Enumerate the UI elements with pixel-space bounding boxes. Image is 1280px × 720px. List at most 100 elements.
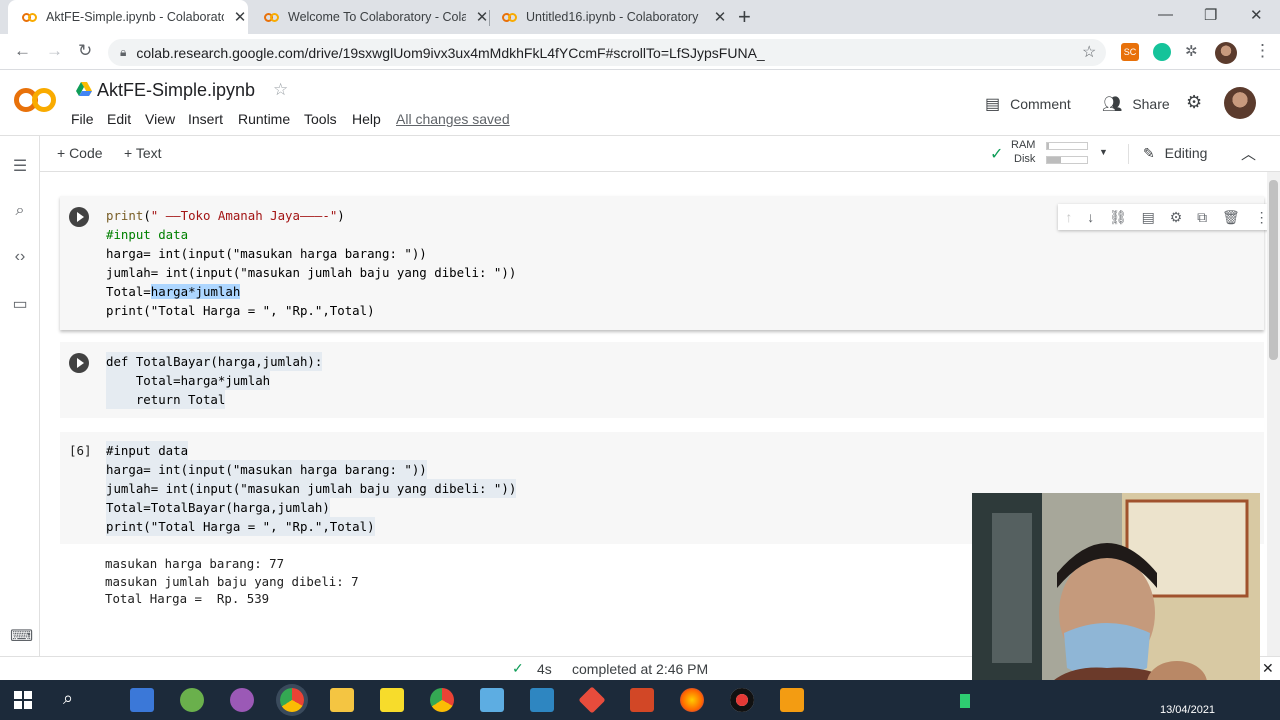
code-line: print("Total Harga = ", "Rp.",Total) [106,517,375,536]
reload-icon[interactable]: ↻ [78,41,92,61]
content-scrollbar[interactable] [1267,172,1280,656]
browser-tab-active[interactable]: AktFE-Simple.ipynb - Colaborato ✕ [8,0,248,34]
extensions-puzzle-icon[interactable]: ✲ [1185,42,1198,60]
share-label: Share [1132,96,1170,112]
add-comment-icon[interactable]: ▤ [1142,209,1155,226]
disk-meter [1046,156,1088,164]
grammarly-extension-icon[interactable] [1153,43,1171,61]
code-string: " ——Toko Amanah Jaya———-" [150,208,338,223]
menu-edit[interactable]: Edit [107,111,131,127]
menu-runtime[interactable]: Runtime [238,111,290,127]
calculator-app-icon[interactable] [130,688,154,712]
chrome-app-icon[interactable] [280,688,304,712]
code-line: harga= int(input("masukan harga barang: … [106,460,427,479]
collapse-header-icon[interactable]: ︿ [1241,143,1256,164]
minimize-icon[interactable]: — [1158,6,1173,23]
ram-label: RAM [1011,139,1036,151]
tray-icon[interactable] [960,694,970,708]
toolbar-divider [1128,144,1129,164]
link-to-cell-icon[interactable]: ⛓ [1109,209,1127,226]
menu-help[interactable]: Help [352,111,381,127]
taskbar-search-icon[interactable]: ⌕ [63,688,73,709]
webcam-overlay [972,493,1260,709]
close-tab-icon[interactable]: ✕ [712,8,728,26]
files-folder-icon[interactable]: ▭ [10,294,30,314]
colab-logo[interactable] [14,84,58,114]
chrome-app-icon[interactable] [430,688,454,712]
restore-icon[interactable]: ❐ [1204,6,1217,24]
app-icon[interactable] [230,688,254,712]
app-icon[interactable] [578,686,606,714]
output-line: masukan harga barang: 77 [105,556,285,571]
close-window-icon[interactable]: ✕ [1250,6,1263,24]
search-icon[interactable]: ⌕ [10,202,30,220]
close-tab-icon[interactable]: ✕ [232,8,248,26]
app-icon[interactable] [530,688,554,712]
ram-meter-fill [1047,143,1049,149]
run-cell-button[interactable] [69,207,89,227]
code-line: Total=harga*jumlah [106,282,516,301]
code-text: Total= [106,284,151,299]
notebook-title[interactable]: AktFE-Simple.ipynb [97,80,255,101]
menu-file[interactable]: File [71,111,94,127]
delete-cell-icon[interactable]: 🗑︎ [1222,209,1240,226]
more-options-icon[interactable]: ⋮ [1255,209,1267,226]
save-status[interactable]: All changes saved [396,111,510,127]
code-cell[interactable]: print(" ——Toko Amanah Jaya———-") #input d… [60,196,1267,330]
sticky-notes-icon[interactable] [380,688,404,712]
address-bar[interactable]: 🔒︎ colab.research.google.com/drive/19sxw… [108,39,1106,66]
star-icon[interactable]: ☆ [273,80,288,100]
forward-icon[interactable]: → [46,41,63,61]
editing-mode-button[interactable]: ✎ Editing [1143,145,1207,162]
colab-favicon-icon [264,9,280,25]
firefox-app-icon[interactable] [680,688,704,712]
browser-toolbar: ← → ↻ 🔒︎ colab.research.google.com/drive… [0,34,1280,70]
move-cell-down-icon[interactable]: ↓ [1087,209,1094,225]
extension-sc-icon[interactable]: SC [1121,43,1139,61]
scrollbar-thumb[interactable] [1269,180,1278,360]
browser-tab[interactable]: Untitled16.ipynb - Colaboratory ✕ [488,0,728,34]
powerpoint-app-icon[interactable] [630,688,654,712]
paint-app-icon[interactable] [180,688,204,712]
file-explorer-icon[interactable] [330,688,354,712]
run-cell-button[interactable] [69,353,89,373]
resource-monitor[interactable]: ✓ RAM Disk ▼ [990,139,1110,169]
code-editor[interactable]: print(" ——Toko Amanah Jaya———-") #input d… [106,206,516,320]
app-icon[interactable] [780,688,804,712]
add-text-cell-button[interactable]: + Text [124,145,162,161]
people-icon: 👥︎ [1102,96,1123,113]
recorder-app-icon[interactable] [730,688,754,712]
ram-meter [1046,142,1088,150]
comment-button[interactable]: ▤ Comment [985,94,1071,114]
share-button[interactable]: 👥︎ Share [1102,94,1170,114]
code-editor[interactable]: #input data harga= int(input("masukan har… [106,441,517,536]
code-snippets-icon[interactable]: ‹› [10,248,30,266]
new-tab-button[interactable]: + [738,4,751,30]
command-palette-icon[interactable]: ⌨ [10,626,33,646]
back-icon[interactable]: ← [14,41,31,61]
browser-profile-avatar[interactable] [1215,42,1237,64]
move-cell-up-icon[interactable]: ↑ [1065,209,1072,225]
cell-settings-icon[interactable]: ⚙ [1170,209,1183,226]
close-status-icon[interactable]: ✕ [1262,660,1274,677]
mirror-cell-icon[interactable]: ⧉ [1197,209,1207,226]
windows-start-icon[interactable] [14,691,32,709]
code-editor[interactable]: def TotalBayar(harga,jumlah): Total=harg… [106,352,323,409]
run-duration: 4s [537,661,552,677]
dropdown-arrow-icon[interactable]: ▼ [1099,147,1108,157]
table-of-contents-icon[interactable]: ☰ [10,156,30,176]
menu-insert[interactable]: Insert [188,111,223,127]
menu-view[interactable]: View [145,111,175,127]
code-cell[interactable]: def TotalBayar(harga,jumlah): Total=harg… [60,342,1264,418]
menu-tools[interactable]: Tools [304,111,337,127]
bookmark-star-icon[interactable]: ☆ [1082,42,1096,62]
account-avatar[interactable] [1224,87,1256,119]
add-code-cell-button[interactable]: + Code [57,145,103,161]
code-line: #input data [106,227,189,242]
browser-menu-icon[interactable]: ⋮ [1254,41,1271,61]
app-icon[interactable] [480,688,504,712]
settings-gear-icon[interactable]: ⚙ [1186,92,1202,113]
comment-icon: ▤ [985,96,1001,113]
code-line: print(" ——Toko Amanah Jaya———-") [106,208,345,223]
browser-tab[interactable]: Welcome To Colaboratory - Cola ✕ [250,0,490,34]
